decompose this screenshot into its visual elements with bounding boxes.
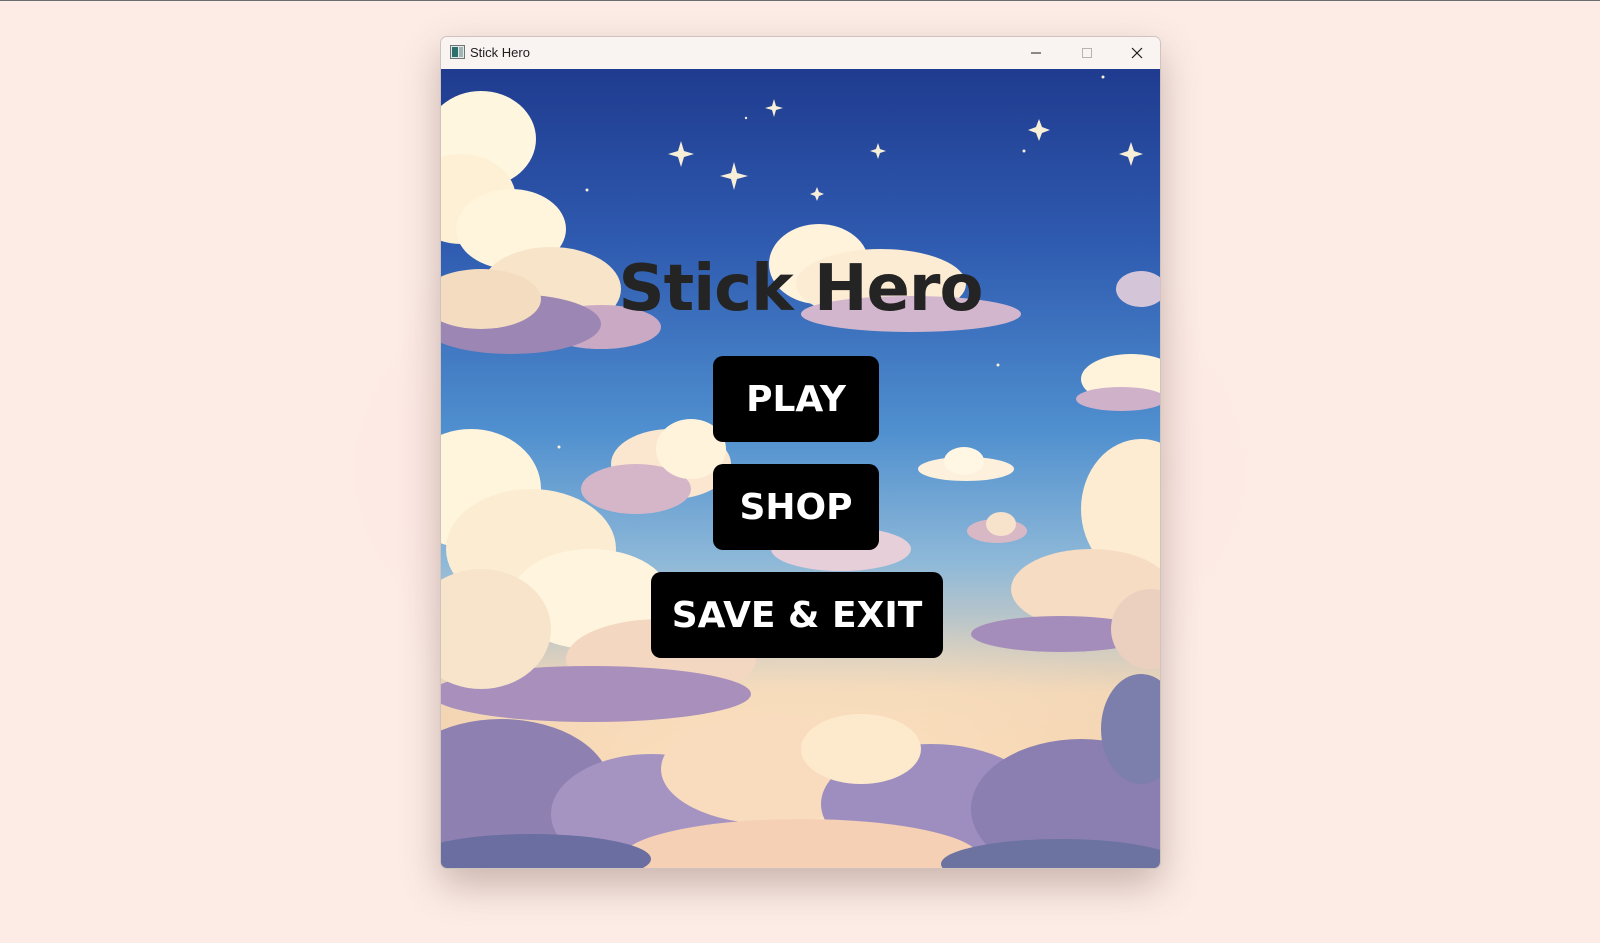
game-title: Stick Hero [618,252,984,326]
maximize-icon [1082,48,1092,58]
minimize-button[interactable] [1013,37,1059,69]
shop-button[interactable]: SHOP [713,464,879,550]
app-window: Stick Hero Stick Hero PLAY SHOP SAVE & E… [440,36,1161,869]
game-canvas[interactable]: Stick Hero PLAY SHOP SAVE & EXIT [441,69,1160,868]
play-button[interactable]: PLAY [713,356,879,442]
close-button[interactable] [1114,37,1160,69]
save-exit-button[interactable]: SAVE & EXIT [651,572,943,658]
window-titlebar[interactable]: Stick Hero [441,37,1160,69]
close-icon [1131,47,1143,59]
window-title: Stick Hero [470,45,530,60]
minimize-icon [1031,52,1041,54]
app-window-icon [450,45,465,59]
maximize-button[interactable] [1064,37,1110,69]
